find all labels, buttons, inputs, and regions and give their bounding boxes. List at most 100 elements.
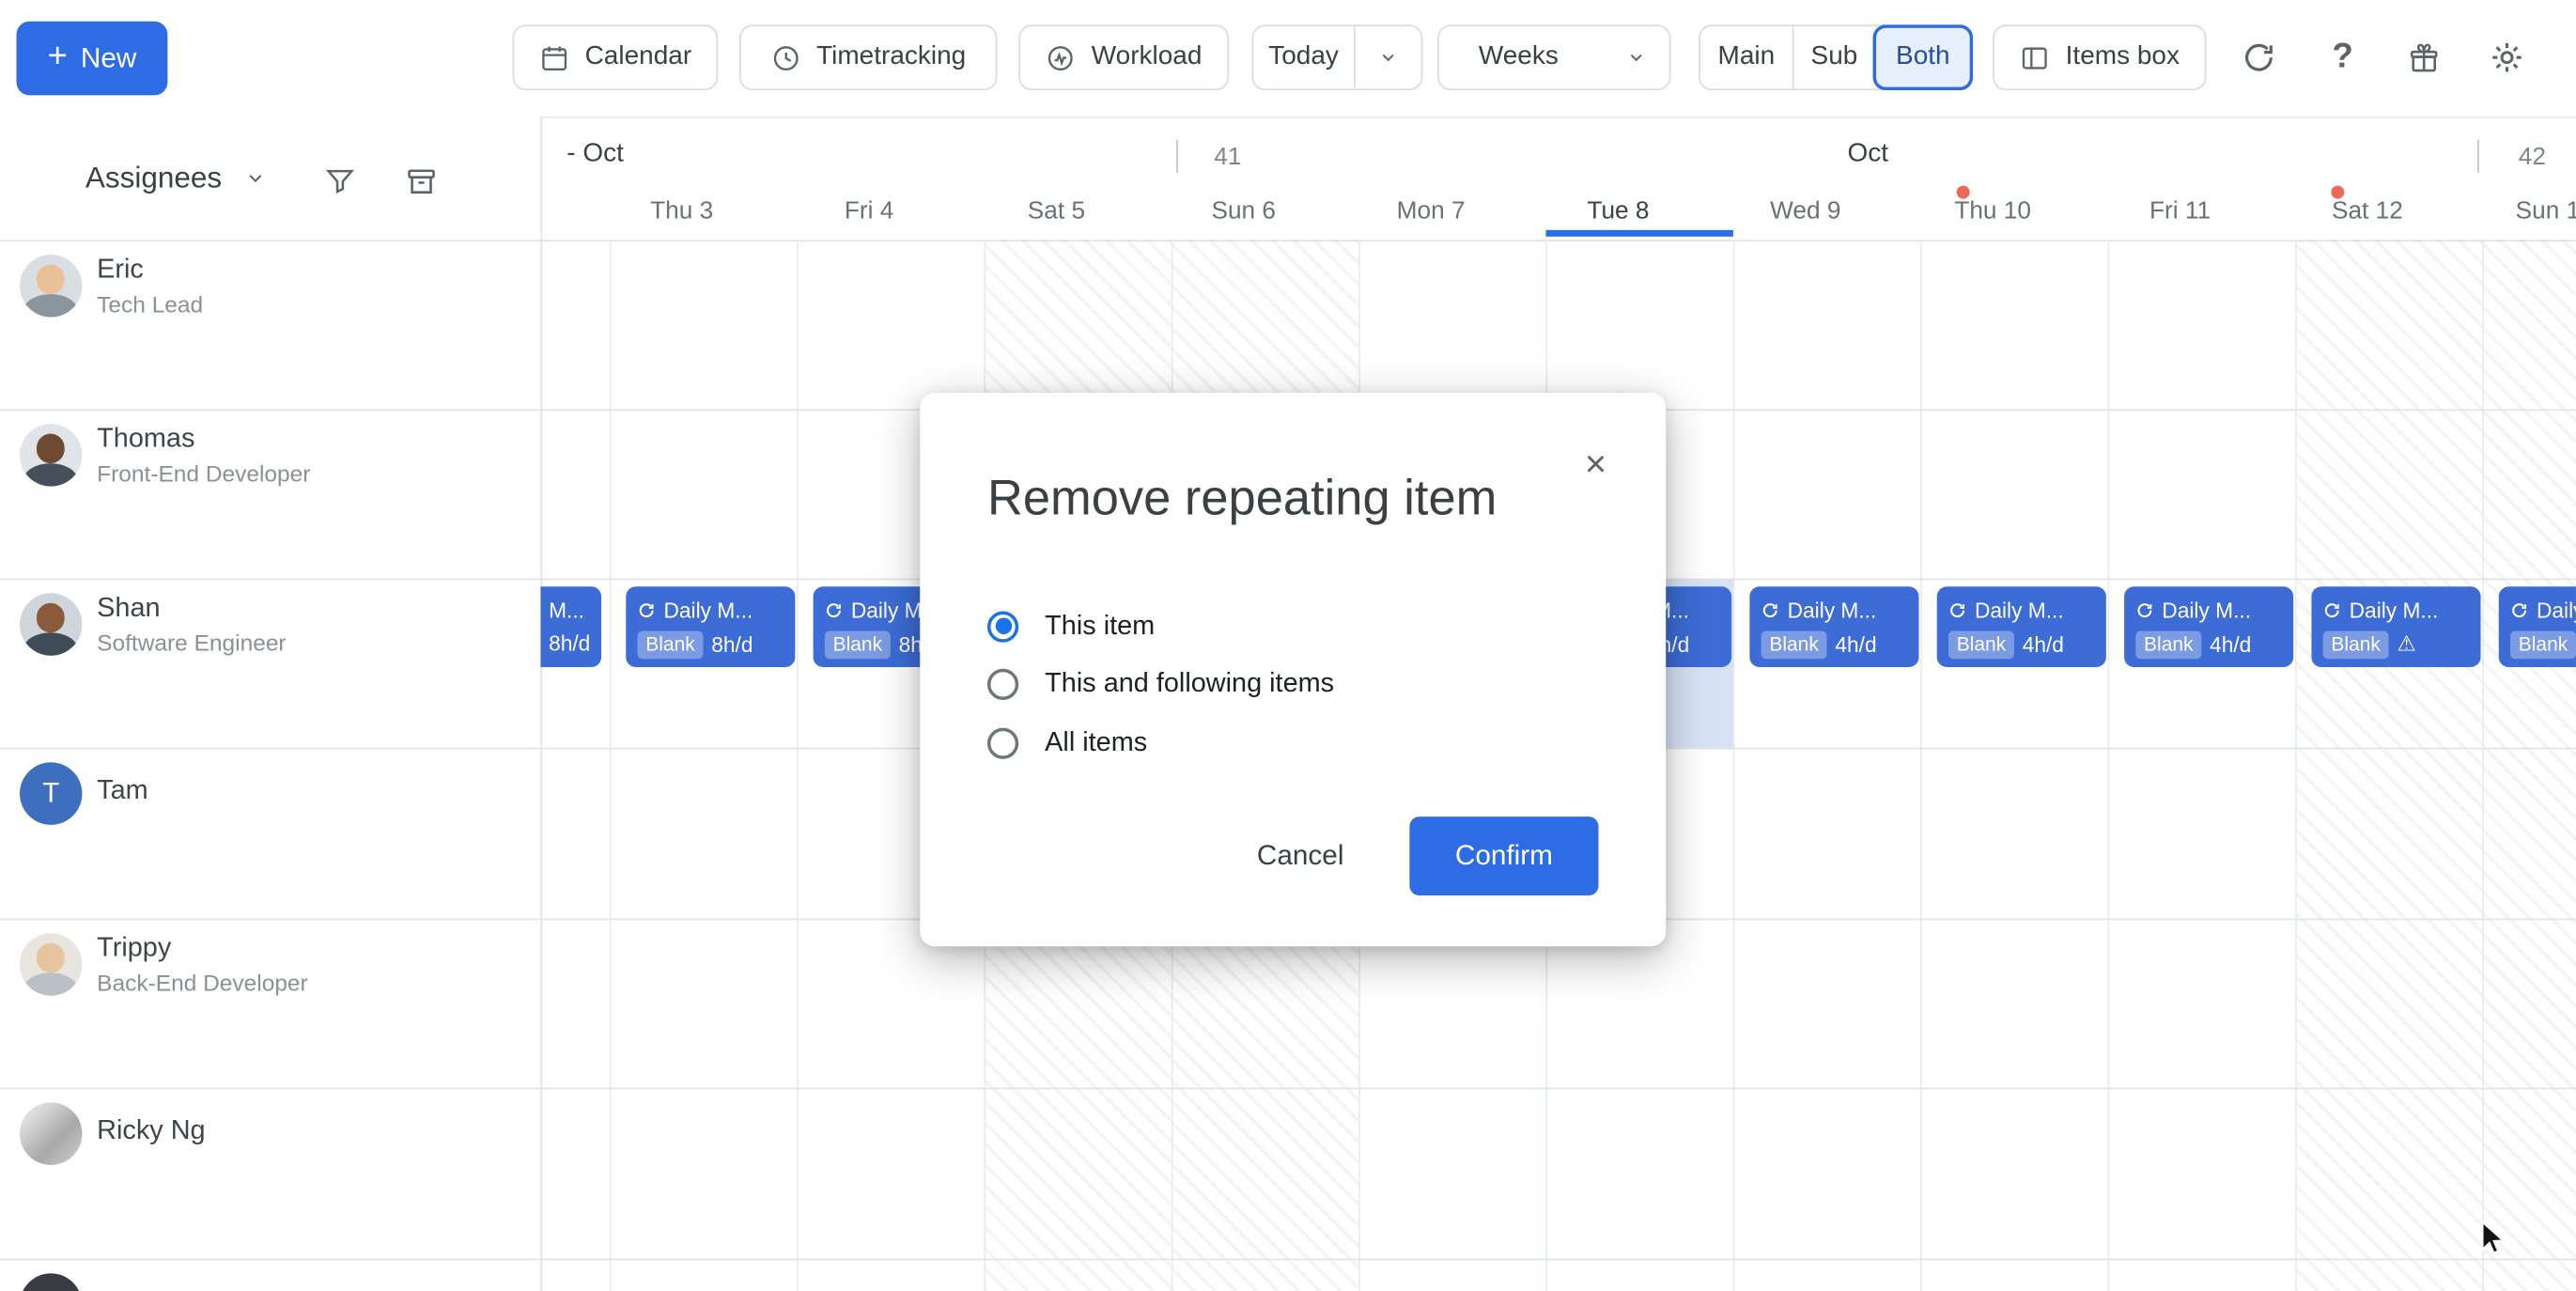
task-hours: 4h/d	[1835, 632, 1876, 657]
segment-sub[interactable]: Sub	[1792, 26, 1874, 88]
help-button[interactable]: ?	[2315, 29, 2370, 85]
new-button-label: New	[81, 42, 136, 75]
holiday-dot	[1957, 186, 1970, 199]
plus-icon: +	[47, 39, 67, 74]
day-header-thu10[interactable]: Thu 10	[1899, 197, 2086, 226]
person-name: Shan	[97, 593, 286, 624]
help-icon: ?	[2332, 38, 2352, 77]
refresh-button[interactable]	[2231, 29, 2287, 85]
week-separator	[1176, 140, 1178, 173]
day-header-wed9[interactable]: Wed 9	[1712, 197, 1899, 226]
timetracking-button[interactable]: Timetracking	[739, 24, 998, 90]
radio-this-item[interactable]: This item	[987, 610, 1599, 643]
person-name: Trippy	[97, 933, 308, 964]
radio-this-and-following[interactable]: This and following items	[987, 668, 1599, 701]
person-row-shan[interactable]: Shan Software Engineer	[0, 579, 540, 656]
task-bar-fri11[interactable]: Daily M... Blank4h/d	[2124, 586, 2293, 667]
task-title: Daily M...	[2537, 599, 2576, 623]
day-header-mon7[interactable]: Mon 7	[1337, 197, 1524, 226]
settings-button[interactable]	[2479, 29, 2535, 85]
today-button[interactable]: Today	[1253, 26, 1354, 88]
blank-badge: Blank	[2510, 631, 2576, 660]
today-split-button: Today	[1252, 24, 1423, 90]
chevron-down-icon	[1626, 48, 1646, 68]
segment-main[interactable]: Main	[1700, 26, 1792, 88]
person-row-partial[interactable]	[0, 1259, 540, 1291]
task-hours: 4h/d	[2210, 632, 2251, 657]
gear-icon	[2489, 39, 2524, 75]
row-divider	[0, 1088, 2576, 1090]
whats-new-button[interactable]	[2396, 29, 2451, 85]
day-header-tue8-today[interactable]: Tue 8	[1525, 197, 1712, 226]
task-bar-sun13[interactable]: Daily M... Blank	[2499, 586, 2576, 667]
timetracking-button-label: Timetracking	[816, 42, 966, 71]
radio-all-items[interactable]: All items	[987, 726, 1599, 759]
radio-unselected-icon	[987, 727, 1018, 758]
task-hours: 8h/d	[549, 631, 590, 656]
radio-label: This item	[1045, 611, 1155, 642]
segment-both-selected[interactable]: Both	[1873, 24, 1974, 90]
day-header-fri4[interactable]: Fri 4	[775, 197, 962, 226]
calendar-button[interactable]: Calendar	[513, 24, 719, 90]
avatar	[20, 593, 82, 655]
week-number: 41	[1214, 143, 1241, 171]
week-separator	[2477, 140, 2479, 173]
day-header-sun13[interactable]: Sun 13	[2461, 197, 2576, 226]
person-row-tam[interactable]: T Tam	[0, 748, 540, 825]
resource-planner-app: + New Calendar Timetracking Workload Tod…	[0, 0, 2576, 1291]
close-icon[interactable]: ×	[1581, 442, 1609, 486]
confirm-button[interactable]: Confirm	[1409, 817, 1598, 895]
modal-actions: Cancel Confirm	[1247, 817, 1598, 895]
avatar	[20, 1273, 82, 1291]
task-bar-sat12[interactable]: Daily M... Blank⚠	[2311, 586, 2480, 667]
blank-badge: Blank	[1948, 631, 2014, 660]
avatar	[20, 424, 82, 486]
items-box-icon	[2020, 42, 2051, 73]
person-row-thomas[interactable]: ThomasFront-End Developer	[0, 409, 540, 486]
task-title: M...	[549, 599, 584, 623]
task-title: Daily M...	[2162, 599, 2251, 623]
repeat-scope-radio-group: This item This and following items All i…	[987, 610, 1599, 759]
items-box-button[interactable]: Items box	[1993, 24, 2206, 90]
cancel-button[interactable]: Cancel	[1247, 838, 1354, 874]
blank-badge: Blank	[1761, 631, 1827, 660]
person-row-eric[interactable]: EricTech Lead	[0, 240, 540, 317]
workload-button[interactable]: Workload	[1018, 24, 1229, 90]
weekend-shading	[2482, 240, 2576, 1291]
timeline-header: - Oct 41 Oct 42 Thu 3 Fri 4 Sat 5 Sun 6 …	[540, 117, 2576, 240]
task-bar-thu10[interactable]: Daily M... Blank4h/d	[1937, 586, 2106, 667]
day-header-sat5[interactable]: Sat 5	[963, 197, 1150, 226]
avatar	[20, 933, 82, 995]
task-bar-thu3[interactable]: Daily M... Blank8h/d	[626, 586, 795, 667]
new-button[interactable]: + New	[16, 22, 167, 96]
zoom-level-select[interactable]: Weeks	[1437, 24, 1670, 90]
today-dropdown-button[interactable]	[1354, 26, 1421, 88]
task-title: Daily M...	[663, 599, 753, 623]
radio-selected-icon	[987, 611, 1018, 642]
task-bar-wed9[interactable]: Daily M... Blank4h/d	[1749, 586, 1918, 667]
repeat-icon	[637, 601, 655, 619]
day-header-thu3[interactable]: Thu 3	[588, 197, 775, 226]
task-bar-cut[interactable]: M... 8h/d	[540, 586, 601, 667]
filter-button[interactable]	[323, 164, 356, 202]
day-header-sun6[interactable]: Sun 6	[1150, 197, 1337, 226]
task-hours: 8h/d	[711, 632, 753, 657]
gift-icon	[2406, 40, 2441, 75]
person-row-trippy[interactable]: TrippyBack-End Developer	[0, 919, 540, 996]
person-name: Tam	[97, 775, 148, 806]
day-header-sat12[interactable]: Sat 12	[2273, 197, 2460, 226]
assignees-dropdown[interactable]: Assignees	[85, 161, 266, 195]
person-row-ricky[interactable]: Ricky Ng	[0, 1088, 540, 1165]
workload-icon	[1046, 42, 1077, 73]
repeat-icon	[825, 601, 843, 619]
person-role: Software Engineer	[97, 630, 286, 656]
radio-label: All items	[1045, 727, 1147, 758]
repeat-icon	[2323, 601, 2341, 619]
archive-button[interactable]	[404, 164, 439, 204]
person-role: Front-End Developer	[97, 460, 310, 487]
today-underline	[1546, 230, 1733, 236]
avatar	[20, 255, 82, 317]
day-header-fri11[interactable]: Fri 11	[2087, 197, 2273, 226]
blank-badge: Blank	[825, 631, 891, 660]
radio-label: This and following items	[1045, 669, 1334, 700]
